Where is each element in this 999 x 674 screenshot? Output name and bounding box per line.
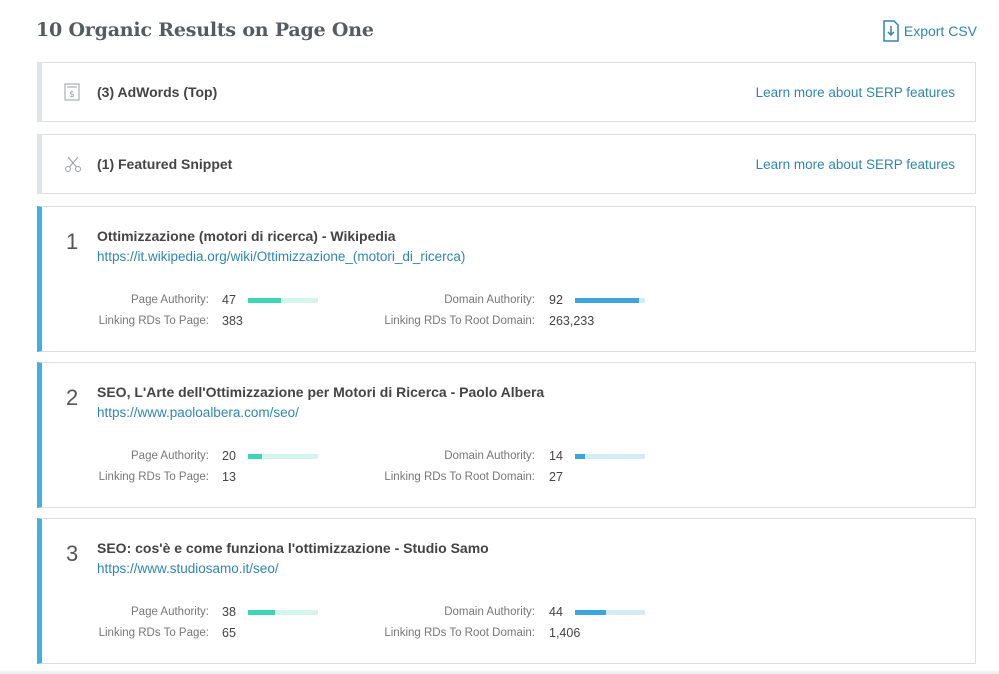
page-title: 10 Organic Results on Page One [36,19,374,41]
page-authority-label: Page Authority: [131,606,209,618]
result-title[interactable]: Ottimizzazione (motori di ricerca) - Wik… [97,228,396,244]
page-authority-value: 47 [222,293,236,307]
linking-rds-page-label: Linking RDs To Page: [98,627,209,639]
adwords-dollar-icon: $ [64,83,80,106]
linking-rds-root-label: Linking RDs To Root Domain: [384,627,535,639]
serp-feature-label: (1) Featured Snippet [97,156,233,172]
serp-feature-label: (3) AdWords (Top) [97,84,218,100]
page-authority-label: Page Authority: [131,294,209,306]
learn-more-serp-link[interactable]: Learn more about SERP features [756,85,955,100]
domain-authority-value: 92 [549,293,563,307]
results-header: 10 Organic Results on Page One Export CS… [36,19,977,47]
domain-authority-label: Domain Authority: [444,294,535,306]
domain-authority-value: 44 [549,605,563,619]
domain-authority-bar [575,610,645,615]
linking-rds-page-value: 13 [222,470,236,484]
export-csv-button[interactable]: Export CSV [882,20,977,42]
result-rank: 3 [66,541,79,566]
linking-rds-page-label: Linking RDs To Page: [98,471,209,483]
organic-result: 3 SEO: cos'è e come funziona l'ottimizza… [37,518,976,664]
organic-result: 2 SEO, L'Arte dell'Ottimizzazione per Mo… [37,362,976,508]
result-title[interactable]: SEO: cos'è e come funziona l'ottimizzazi… [97,540,489,556]
page-authority-value: 38 [222,605,236,619]
linking-rds-root-label: Linking RDs To Root Domain: [384,471,535,483]
page-authority-bar [248,610,318,615]
linking-rds-page-value: 383 [222,314,243,328]
linking-rds-root-value: 1,406 [549,626,581,640]
domain-authority-bar [575,454,645,459]
learn-more-serp-link[interactable]: Learn more about SERP features [756,157,955,172]
result-url-link[interactable]: https://www.paoloalbera.com/seo/ [97,405,299,420]
linking-rds-root-label: Linking RDs To Root Domain: [384,315,535,327]
result-url-link[interactable]: https://www.studiosamo.it/seo/ [97,561,279,576]
scissors-icon [64,155,82,178]
page-authority-bar [248,298,318,303]
domain-authority-value: 14 [549,449,563,463]
linking-rds-root-value: 263,233 [549,314,595,328]
page-authority-value: 20 [222,449,236,463]
serp-feature-adwords[interactable]: $ (3) AdWords (Top) Learn more about SER… [37,62,976,122]
result-title[interactable]: SEO, L'Arte dell'Ottimizzazione per Moto… [97,384,544,400]
page-authority-label: Page Authority: [131,450,209,462]
domain-authority-label: Domain Authority: [444,606,535,618]
svg-text:$: $ [69,90,75,100]
result-rank: 1 [66,229,79,254]
result-url-link[interactable]: https://it.wikipedia.org/wiki/Ottimizzaz… [97,249,465,264]
serp-feature-featured-snippet[interactable]: (1) Featured Snippet Learn more about SE… [37,134,976,194]
linking-rds-page-label: Linking RDs To Page: [98,315,209,327]
download-file-icon [883,20,899,42]
result-rank: 2 [66,385,79,410]
organic-result: 1 Ottimizzazione (motori di ricerca) - W… [37,206,976,352]
domain-authority-bar [575,298,645,303]
domain-authority-label: Domain Authority: [444,450,535,462]
linking-rds-root-value: 27 [549,470,563,484]
linking-rds-page-value: 65 [222,626,236,640]
export-csv-label: Export CSV [903,23,977,39]
page-authority-bar [248,454,318,459]
